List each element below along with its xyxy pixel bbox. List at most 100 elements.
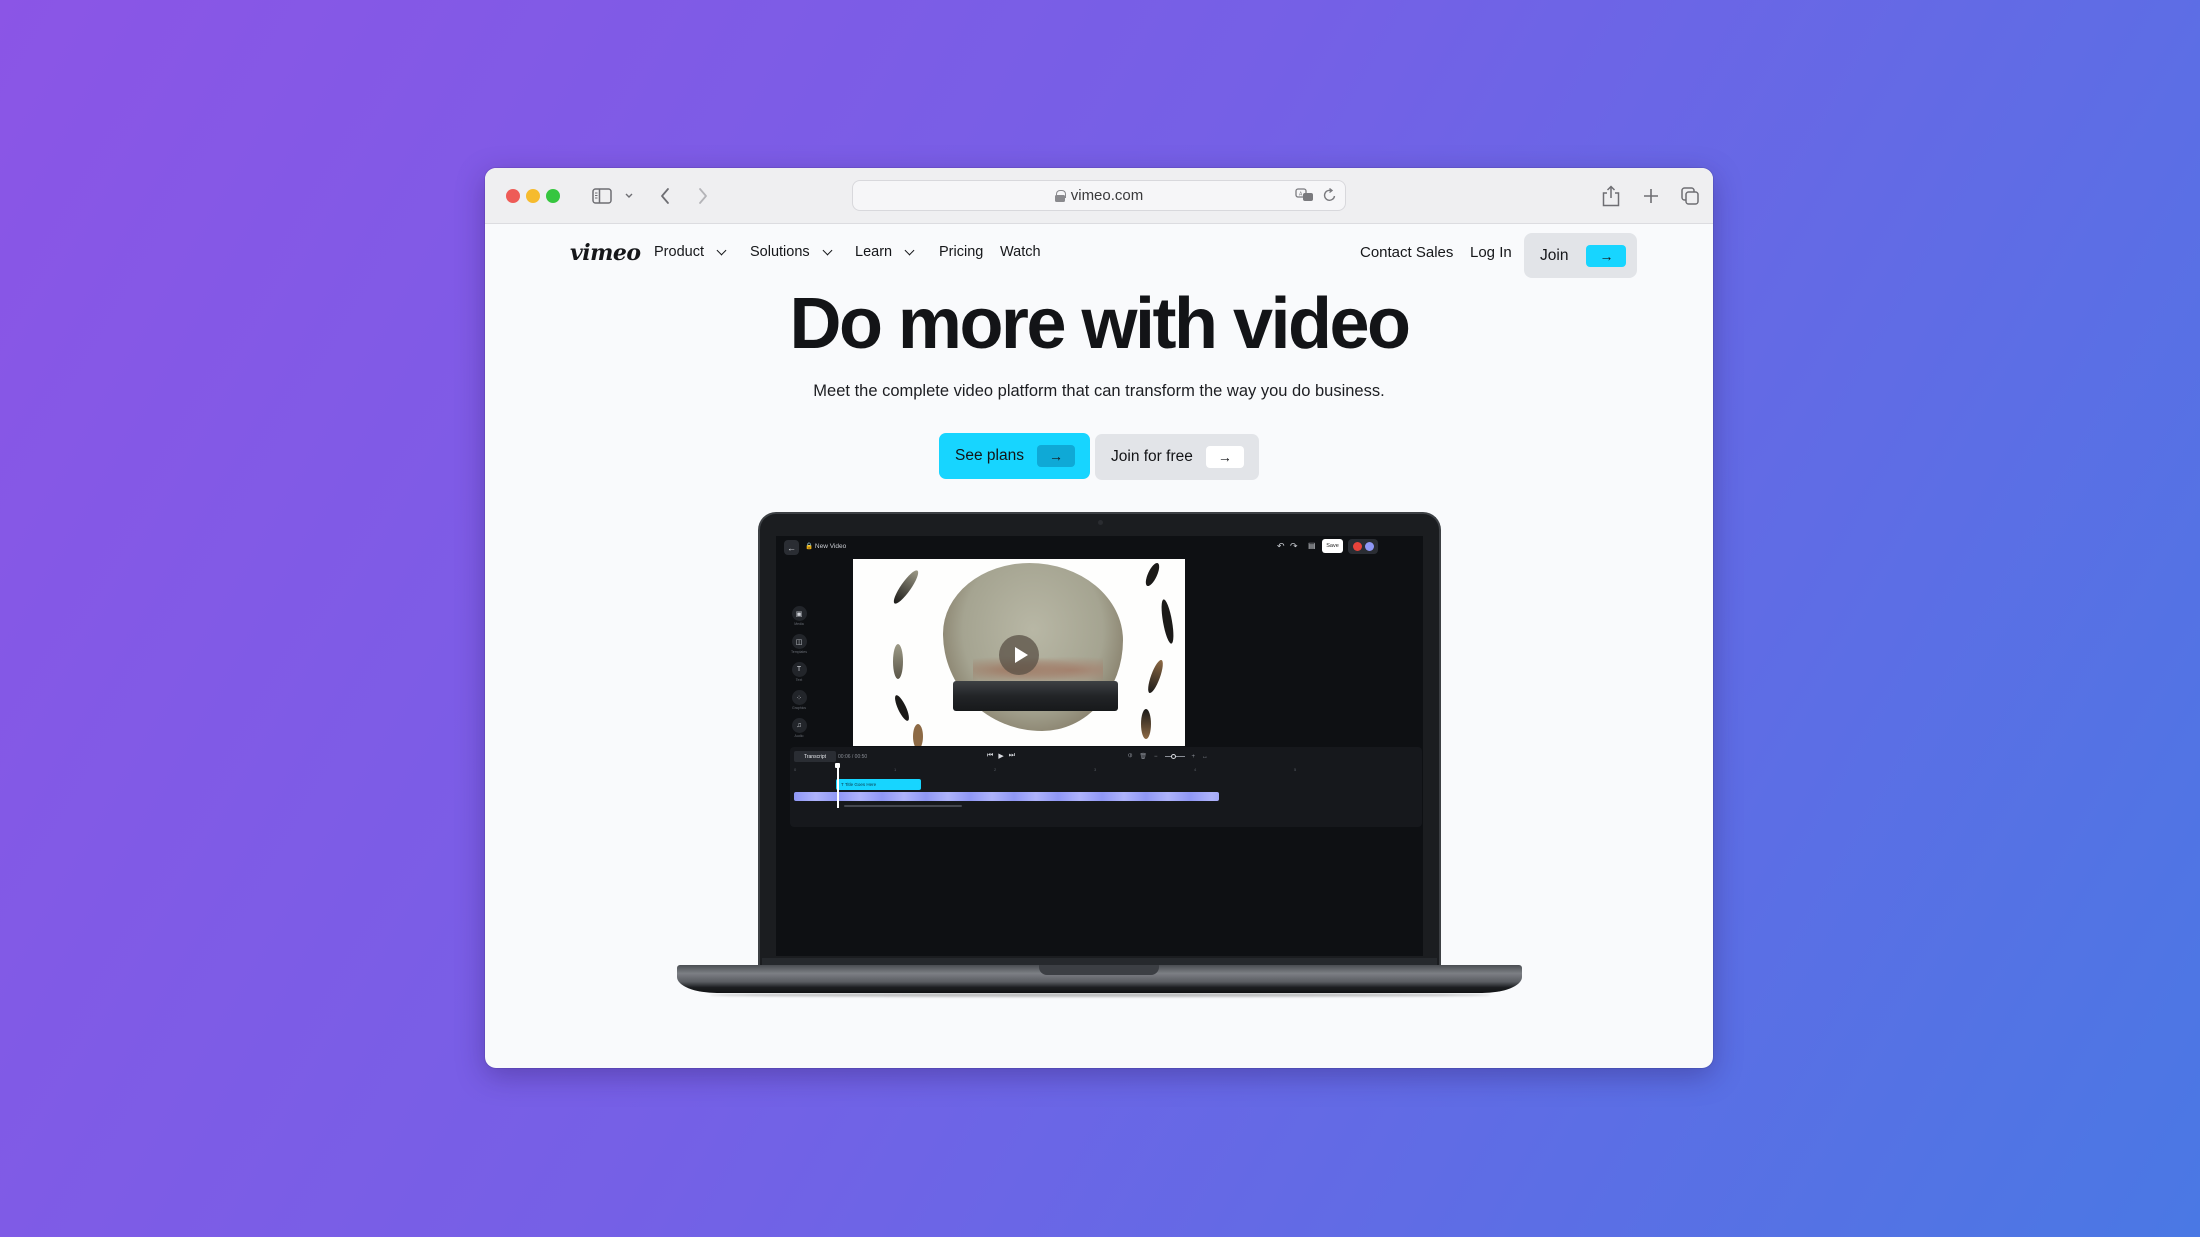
close-window-button[interactable] — [506, 189, 520, 203]
play-icon — [1014, 647, 1028, 663]
tool-label: Audio — [794, 734, 804, 738]
back-arrow-icon[interactable]: ← — [784, 540, 799, 555]
ruler-tick-label: 0 — [794, 767, 797, 772]
image-icon: ▣ — [791, 606, 807, 621]
laptop-camera — [1098, 520, 1103, 525]
nav-solutions[interactable]: Solutions — [750, 244, 833, 260]
hero-headline: Do more with video — [789, 284, 1411, 364]
contact-sales-link[interactable]: Contact Sales — [1360, 244, 1453, 261]
tool-text[interactable]: T Text — [786, 662, 812, 690]
join-for-free-button[interactable]: Join for free → — [1095, 434, 1259, 480]
reload-icon[interactable] — [1323, 187, 1337, 208]
tool-graphics[interactable]: ⁘ Graphics — [786, 690, 812, 718]
brush-stroke — [890, 567, 922, 607]
nav-learn[interactable]: Learn — [855, 244, 915, 260]
video-preview[interactable] — [853, 559, 1185, 746]
nav-learn-label: Learn — [855, 244, 893, 260]
sidebar-toggle-icon[interactable] — [589, 182, 615, 210]
laptop-mockup: ← 🔒 New Video ↶ ↷ ▤ Save ▣ Media ◫ Templ… — [758, 512, 1441, 972]
nav-product[interactable]: Product — [654, 244, 727, 260]
join-label: Join — [1540, 246, 1569, 264]
playhead[interactable] — [835, 763, 840, 808]
play-icon[interactable]: ▶ — [998, 752, 1003, 760]
vimeo-logo[interactable]: vimeo — [570, 240, 641, 266]
laptop-base — [677, 965, 1522, 993]
browser-toolbar: vimeo.com A — [485, 168, 1713, 224]
tool-label: Graphics — [791, 706, 806, 710]
timecode: 00:06 / 00:50 — [838, 754, 868, 760]
arrow-right-icon: → — [1036, 445, 1075, 467]
tool-audio[interactable]: ♫ Audio — [786, 718, 812, 746]
see-plans-button[interactable]: See plans → — [939, 433, 1090, 479]
transcript-label: Transcript — [803, 753, 827, 760]
chevron-down-icon — [716, 245, 727, 255]
tool-label: Text — [795, 678, 803, 682]
share-icon[interactable] — [1600, 182, 1622, 210]
skip-back-icon[interactable]: ⏮ — [987, 752, 993, 760]
browser-window: vimeo.com A vimeo Product Solutions Lear… — [485, 168, 1713, 1068]
editor-save-button[interactable]: Save — [1322, 539, 1343, 553]
video-track[interactable] — [794, 792, 1219, 801]
zoom-slider[interactable] — [1164, 754, 1185, 759]
tool-media[interactable]: ▣ Media — [786, 606, 812, 634]
hero-cta-row: See plans → Join for free → — [939, 433, 1259, 480]
zoom-in-icon[interactable]: + — [1192, 754, 1196, 760]
chevron-down-icon[interactable] — [622, 182, 636, 210]
lock-icon — [1054, 189, 1066, 202]
ruler-tick-label: 3 — [1094, 767, 1097, 772]
editor-title: 🔒 New Video — [805, 543, 847, 550]
ruler-tick-label: 5 — [1294, 767, 1297, 772]
text-icon: T — [791, 662, 807, 677]
redo-icon[interactable]: ↷ — [1290, 541, 1298, 552]
play-button[interactable] — [999, 635, 1039, 675]
nav-pricing[interactable]: Pricing — [939, 244, 983, 260]
ruler-tick-label: 4 — [1194, 767, 1197, 772]
site-nav: vimeo Product Solutions Learn Pricing Wa… — [485, 224, 1713, 284]
brush-stroke — [893, 644, 903, 679]
trash-icon[interactable]: 🗑 — [1139, 753, 1147, 760]
brush-stroke — [1145, 658, 1166, 695]
title-clip[interactable]: T Title Goes Here — [836, 779, 921, 790]
tab-overview-icon[interactable] — [1679, 182, 1701, 210]
nav-watch[interactable]: Watch — [1000, 244, 1041, 260]
timeline-scrollbar[interactable] — [844, 805, 962, 807]
brush-stroke — [913, 724, 923, 746]
join-for-free-label: Join for free — [1111, 448, 1193, 465]
fit-icon[interactable]: ↔ — [1202, 754, 1208, 760]
new-tab-icon[interactable] — [1640, 182, 1662, 210]
shapes-icon: ⁘ — [791, 690, 807, 705]
forward-icon[interactable] — [693, 182, 713, 210]
tool-label: Media — [794, 622, 804, 626]
hero-subhead: Meet the complete video platform that ca… — [813, 382, 1385, 400]
editor-sidebar: ▣ Media ◫ Templates T Text ⁘ Graphics ♫ — [786, 606, 812, 746]
editor-title-text: New Video — [814, 543, 847, 550]
avatar — [1353, 542, 1362, 551]
maximize-window-button[interactable] — [546, 189, 560, 203]
zoom-slider-knob[interactable] — [1170, 754, 1176, 759]
brush-stroke — [1141, 709, 1151, 739]
timeline-tools: ⦶ 🗑 − + ↔ — [1128, 753, 1208, 760]
laptop-shadow — [710, 993, 1490, 997]
brush-stroke — [1159, 598, 1176, 645]
layout-icon: ◫ — [791, 634, 807, 649]
ruler-tick-label: 1 — [894, 767, 897, 772]
translate-icon[interactable]: A — [1295, 187, 1315, 208]
zoom-out-icon[interactable]: − — [1154, 754, 1158, 760]
avatar — [1365, 542, 1374, 551]
skip-forward-icon[interactable]: ⏭ — [1009, 752, 1015, 760]
nav-solutions-label: Solutions — [750, 244, 810, 260]
undo-icon[interactable]: ↶ — [1277, 541, 1285, 552]
join-button[interactable]: Join → — [1524, 233, 1637, 278]
editor-timeline: Transcript 00:06 / 00:50 ⏮ ▶ ⏭ ⦶ 🗑 − + ↔… — [790, 747, 1422, 827]
split-icon[interactable]: ⦶ — [1128, 753, 1132, 760]
tool-templates[interactable]: ◫ Templates — [786, 634, 812, 662]
ruler-tick-label: 2 — [994, 767, 997, 772]
minimize-window-button[interactable] — [526, 189, 540, 203]
log-in-link[interactable]: Log In — [1470, 244, 1512, 261]
address-bar[interactable]: vimeo.com A — [852, 180, 1346, 211]
comment-icon[interactable]: ▤ — [1308, 541, 1316, 550]
arrow-right-icon: → — [1586, 244, 1627, 267]
url-text: vimeo.com — [1070, 187, 1144, 204]
back-icon[interactable] — [655, 182, 675, 210]
transcript-button[interactable]: Transcript — [794, 751, 836, 762]
